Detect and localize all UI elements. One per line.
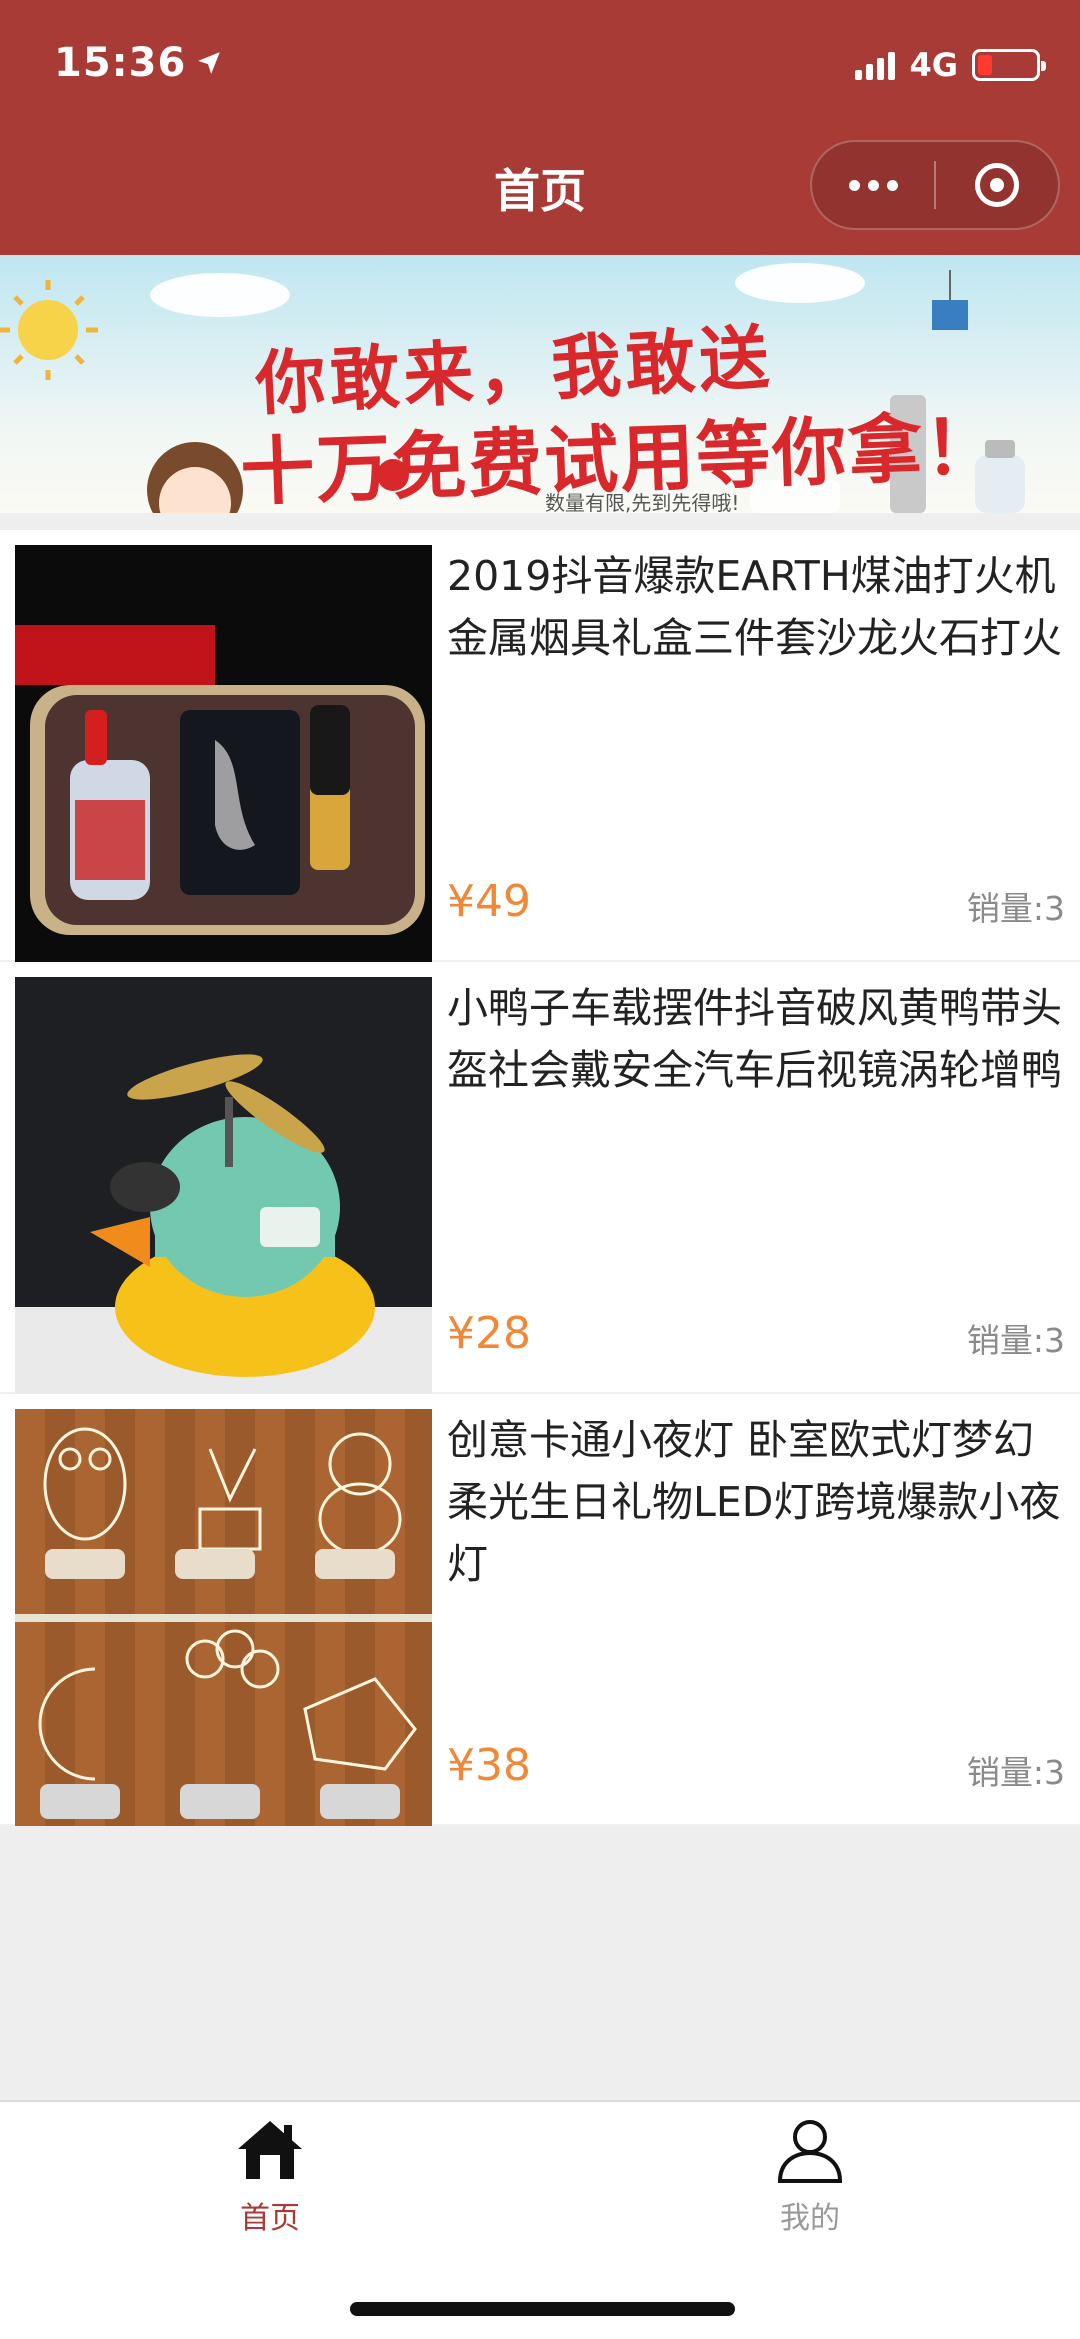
tab-home-label: 首页 — [240, 2201, 300, 2236]
product-sales: 销量:3 — [966, 1321, 1065, 1360]
product-title: 创意卡通小夜灯 卧室欧式灯梦幻柔光生日礼物LED灯跨境爆款小夜灯 — [447, 1416, 1061, 1588]
product-image-night-lights — [15, 1409, 432, 1826]
product-card[interactable]: 2019抖音爆款EARTH煤油打火机金属烟具礼盒三件套沙龙火石打火 ¥49 销量… — [0, 530, 1080, 962]
product-list: 2019抖音爆款EARTH煤油打火机金属烟具礼盒三件套沙龙火石打火 ¥49 销量… — [0, 530, 1080, 1826]
home-icon — [238, 2121, 302, 2179]
status-time: 15:36 — [54, 40, 222, 86]
home-indicator — [350, 2302, 735, 2316]
girl-character — [147, 442, 243, 513]
tab-home[interactable]: 首页 — [170, 2117, 370, 2237]
product-price: ¥49 — [447, 876, 531, 927]
mini-program-capsule — [810, 140, 1060, 230]
sun-icon — [0, 280, 98, 380]
promo-banner[interactable]: 你敢来，我敢送 十万免费试用等你拿！ 数量有限,先到先得哦! — [0, 255, 1080, 513]
more-menu-icon[interactable] — [812, 179, 934, 191]
signal-icon — [855, 50, 896, 80]
product-sales: 销量:3 — [966, 889, 1065, 928]
product-title: 小鸭子车载摆件抖音破风黄鸭带头盔社会戴安全汽车后视镜涡轮增鸭 — [447, 984, 1062, 1094]
banner-note: 数量有限,先到先得哦! — [545, 491, 740, 513]
product-card[interactable]: 创意卡通小夜灯 卧室欧式灯梦幻柔光生日礼物LED灯跨境爆款小夜灯 ¥38 销量:… — [0, 1394, 1080, 1826]
product-card[interactable]: 小鸭子车载摆件抖音破风黄鸭带头盔社会戴安全汽车后视镜涡轮增鸭 ¥28 销量:3 — [0, 962, 1080, 1394]
product-image-duck — [15, 977, 432, 1394]
product-image-lighter-set — [15, 545, 432, 962]
tab-mine-label: 我的 — [780, 2201, 840, 2236]
product-title: 2019抖音爆款EARTH煤油打火机金属烟具礼盒三件套沙龙火石打火 — [447, 552, 1062, 662]
location-arrow-icon — [198, 52, 221, 74]
battery-icon — [972, 49, 1046, 81]
clock: 15:36 — [54, 40, 187, 86]
tab-mine[interactable]: 我的 — [710, 2117, 910, 2237]
house-balloon — [932, 270, 968, 330]
user-icon — [777, 2120, 843, 2183]
product-price: ¥28 — [447, 1308, 531, 1359]
close-target-icon[interactable] — [936, 163, 1058, 207]
product-price: ¥38 — [447, 1740, 531, 1791]
status-indicators: 4G — [855, 46, 1046, 84]
top-bar: 15:36 4G 首页 — [0, 0, 1080, 255]
network-type: 4G — [909, 46, 958, 84]
product-sales: 销量:3 — [966, 1753, 1065, 1792]
